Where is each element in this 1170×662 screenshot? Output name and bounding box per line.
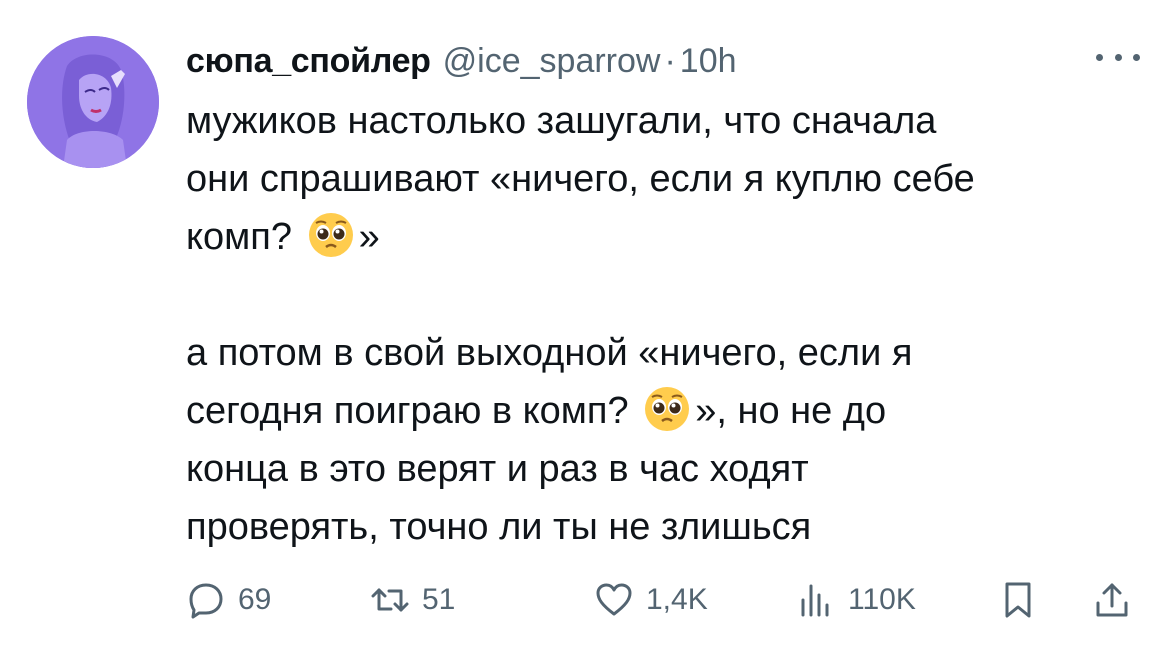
reply-count: 69 bbox=[238, 583, 272, 616]
tweet-text-fragment: сегодня поиграю в комп? bbox=[186, 390, 629, 432]
bookmark-icon bbox=[1005, 582, 1031, 618]
views-count: 110K bbox=[848, 583, 916, 616]
header-separator: · bbox=[664, 42, 676, 80]
pleading-face-emoji-icon bbox=[307, 211, 355, 259]
retweet-button[interactable]: 51 bbox=[370, 570, 455, 630]
tweet-text-fragment: комп? bbox=[186, 216, 293, 258]
more-dot-icon bbox=[1133, 53, 1140, 61]
pleading-face-emoji-icon bbox=[643, 385, 691, 433]
tweet-text-line: проверять, точно ли ты не злишься bbox=[186, 506, 812, 548]
tweet-text-line: сегодня поиграю в комп? », но не до bbox=[186, 382, 1146, 440]
views-button[interactable]: 110K bbox=[796, 570, 916, 630]
bookmark-button[interactable] bbox=[998, 570, 1038, 630]
avatar-illustration bbox=[27, 36, 159, 168]
more-dot-icon bbox=[1096, 53, 1103, 61]
like-count: 1,4K bbox=[646, 583, 708, 616]
share-button[interactable] bbox=[1092, 570, 1132, 630]
more-options-button[interactable] bbox=[1096, 44, 1140, 70]
avatar[interactable] bbox=[27, 36, 159, 168]
like-button[interactable]: 1,4K bbox=[594, 570, 708, 630]
tweet-text-line: комп? » bbox=[186, 208, 1146, 266]
tweet-text-fragment: » bbox=[358, 216, 380, 258]
retweet-count: 51 bbox=[422, 583, 456, 616]
retweet-icon bbox=[371, 588, 409, 612]
reply-button[interactable]: 69 bbox=[186, 570, 271, 630]
more-dot-icon bbox=[1114, 53, 1122, 61]
tweet-timestamp[interactable]: 10h bbox=[680, 44, 737, 78]
views-bar-chart-icon bbox=[801, 584, 829, 617]
tweet-text: мужиков настолько зашугали, что сначала … bbox=[186, 92, 1146, 556]
tweet-actions-bar: 69 51 1,4K 110K bbox=[186, 570, 1146, 630]
tweet-text-fragment: », но не до bbox=[695, 390, 887, 432]
heart-icon bbox=[596, 583, 632, 616]
author-display-name[interactable]: сюпа_спойлер bbox=[186, 44, 431, 78]
author-handle[interactable]: @ice_sparrow bbox=[443, 44, 661, 78]
tweet-header: сюпа_спойлер @ice_sparrow · 10h bbox=[186, 36, 737, 86]
tweet-text-line: а потом в свой выходной «ничего, если я bbox=[186, 332, 913, 374]
tweet: сюпа_спойлер @ice_sparrow · 10h мужиков … bbox=[0, 0, 1170, 662]
tweet-text-line: они спрашивают «ничего, если я куплю себ… bbox=[186, 158, 975, 200]
share-icon bbox=[1096, 583, 1128, 617]
tweet-text-line: мужиков настолько зашугали, что сначала bbox=[186, 100, 937, 142]
reply-icon bbox=[189, 583, 223, 619]
tweet-text-line: конца в это верят и раз в час ходят bbox=[186, 448, 809, 490]
